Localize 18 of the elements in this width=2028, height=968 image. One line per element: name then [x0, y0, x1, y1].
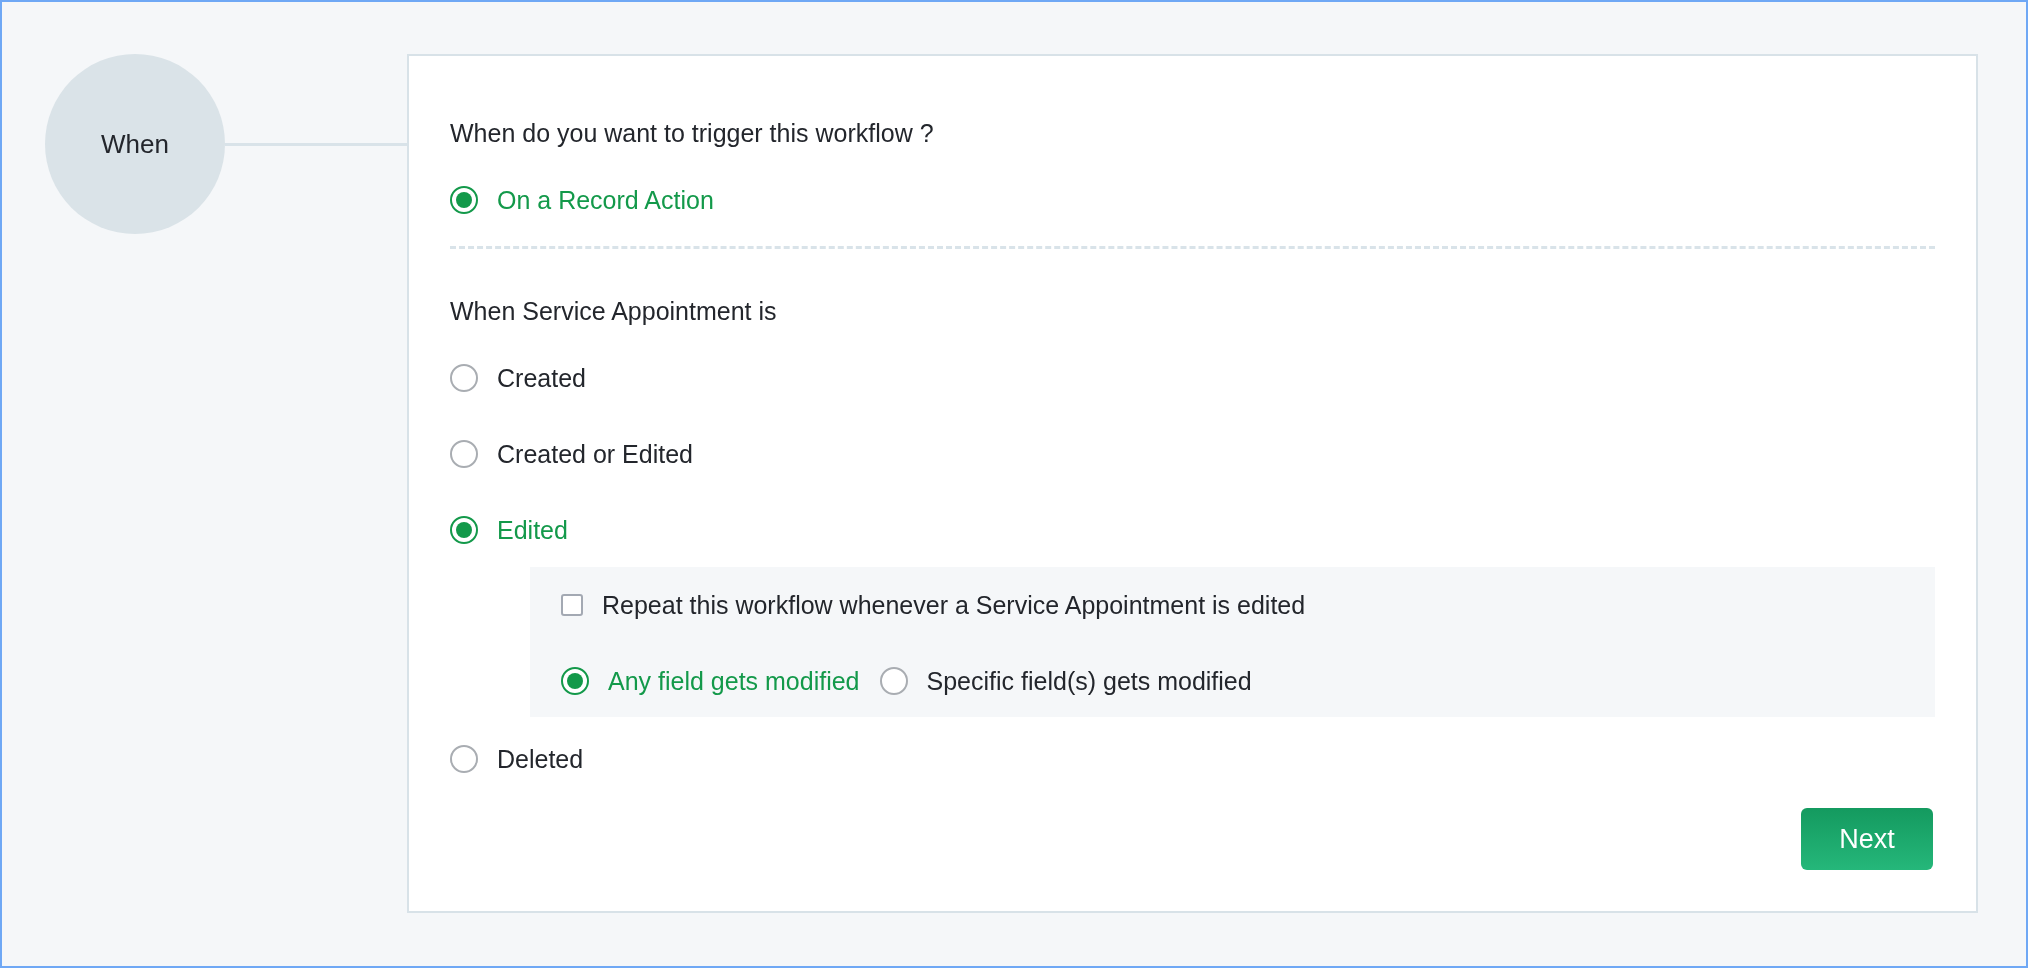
- radio-option[interactable]: Edited: [450, 512, 568, 548]
- radio-button[interactable]: [879, 667, 908, 695]
- radio-option[interactable]: Created or Edited: [450, 436, 693, 472]
- radio-button[interactable]: [450, 516, 478, 544]
- radio-button[interactable]: [450, 745, 478, 773]
- checkbox[interactable]: [561, 594, 583, 616]
- radio-option[interactable]: Specific field(s) gets modified: [879, 663, 1252, 699]
- radio-button[interactable]: [561, 667, 589, 695]
- step-node: When: [45, 54, 225, 234]
- checkbox-option[interactable]: Repeat this workflow whenever a Service Appointment is edited: [561, 587, 1306, 623]
- radio-option[interactable]: On a Record Action: [450, 182, 714, 218]
- radio-option[interactable]: Created: [450, 360, 586, 396]
- question-text: When do you want to trigger this workflow ?: [450, 118, 934, 148]
- radio-button[interactable]: [450, 186, 478, 214]
- radio-option[interactable]: Deleted: [450, 741, 584, 777]
- radio-button[interactable]: [450, 440, 478, 468]
- condition-heading: When Service Appointment is: [450, 296, 777, 326]
- radio-button[interactable]: [450, 364, 478, 392]
